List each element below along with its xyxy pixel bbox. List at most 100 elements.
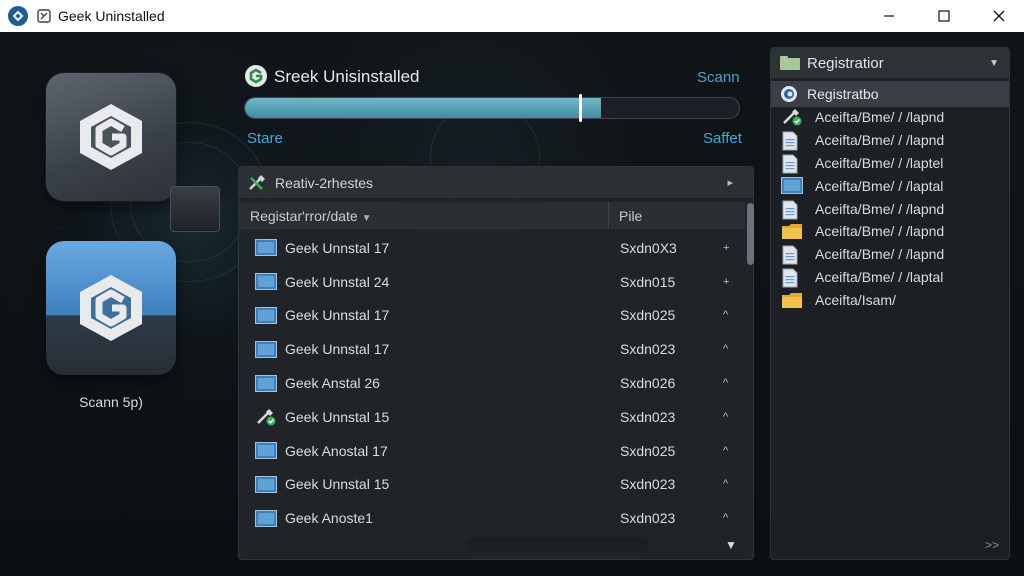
row-file: Sxdn023 [620, 510, 676, 527]
row-toggle[interactable]: ^ [723, 377, 728, 389]
minimize-button[interactable] [866, 0, 912, 32]
row-file: Sxdn023 [620, 341, 676, 358]
table-row[interactable]: Geek Unnstal 17 Sxdn025 ^ [239, 299, 745, 333]
scan-progress-bar [244, 97, 740, 119]
chevron-down-icon[interactable]: ▼ [725, 538, 737, 552]
progress-handle[interactable] [579, 94, 582, 122]
row-file: Sxdn023 [620, 476, 676, 493]
row-name: Geek Anstal 26 [285, 375, 380, 392]
expand-icon[interactable]: >> [985, 538, 999, 552]
registry-selected-label: Registratbo [807, 86, 879, 102]
scrollbar-thumb[interactable] [747, 203, 754, 265]
row-toggle[interactable]: ^ [723, 343, 728, 355]
column-divider[interactable] [608, 202, 609, 229]
column-header-name[interactable]: Registar'rror/date ▼ [250, 208, 608, 224]
broom-icon [36, 8, 52, 24]
monitor-icon [255, 475, 277, 493]
app-tile-grey[interactable] [46, 73, 176, 201]
registry-panel: Registratior ▼ Registratbo Aceifta/Bme/ … [770, 47, 1010, 560]
registry-list: Aceifta/Bme/ / /lapnd Aceifta/Bme/ / /lap… [771, 106, 1009, 311]
registry-item[interactable]: Aceifta/Bme/ / /laptal [771, 266, 1009, 289]
table-row[interactable]: Geek Anstal 26 Sxdn026 ^ [239, 366, 745, 400]
row-name: Geek Unnstal 15 [285, 408, 390, 425]
registry-item-label: Aceifta/Bme/ / /laptel [815, 154, 944, 171]
registry-item-label: Aceifta/Isam/ [815, 291, 896, 308]
registry-item-label: Aceifta/Bme/ / /laptal [815, 268, 944, 285]
registry-item-label: Aceifta/Bme/ / /lapnd [815, 109, 945, 126]
registry-title: Registratior [807, 54, 884, 72]
registry-selected-item[interactable]: Registratbo [771, 81, 1009, 107]
horizontal-scrollbar[interactable] [467, 537, 649, 553]
table-row[interactable]: Geek Unnstal 15 Sxdn023 ^ [239, 468, 745, 502]
app-tile-blue[interactable] [46, 241, 176, 375]
registry-icon [781, 86, 797, 102]
registry-item-label: Aceifta/Bme/ / /lapnd [815, 132, 945, 149]
row-toggle[interactable]: ^ [723, 411, 728, 423]
progress-fill [245, 98, 601, 118]
app-logo-icon [8, 6, 28, 26]
close-button[interactable] [976, 0, 1022, 32]
row-toggle[interactable]: ^ [723, 445, 728, 457]
tools-icon [255, 408, 277, 426]
table-row[interactable]: Geek Unnstal 17 Sxdn023 ^ [239, 332, 745, 366]
row-toggle[interactable]: ^ [723, 512, 728, 524]
row-name: Geek Unnstal 15 [285, 476, 390, 493]
row-toggle[interactable]: ^ [723, 478, 728, 490]
folder-icon [781, 291, 803, 309]
registry-item[interactable]: Aceifta/Bme/ / /lapnd [771, 106, 1009, 129]
registry-item[interactable]: Aceifta/Bme/ / /laptal [771, 174, 1009, 197]
file-icon [781, 154, 803, 174]
safe-label[interactable]: Saffet [703, 130, 742, 147]
registry-item-label: Aceifta/Bme/ / /lapnd [815, 223, 945, 240]
row-name: Geek Unnstal 24 [285, 273, 390, 290]
row-toggle[interactable]: + [723, 242, 729, 254]
registry-item[interactable]: Aceifta/Bme/ / /lapnd [771, 243, 1009, 266]
row-toggle[interactable]: + [723, 276, 729, 288]
table-row[interactable]: Geek Unnstal 24 Sxdn015 + [239, 265, 745, 299]
registry-dropdown[interactable]: Registratior ▼ [771, 48, 1009, 78]
scan-link[interactable]: Scann [697, 69, 740, 86]
registry-item[interactable]: Aceifta/Bme/ / /lapnd [771, 220, 1009, 243]
scan-title: Sreek Unisinstalled [274, 67, 420, 86]
table-row[interactable]: Geek Unnstal 15 Sxdn023 ^ [239, 400, 745, 434]
table-row[interactable]: Geek Anoste1 Sxdn023 ^ [239, 501, 745, 535]
tile-caption: Scann 5p) [79, 394, 143, 410]
chevron-right-icon[interactable]: ▸ [727, 176, 733, 189]
table-row[interactable]: Geek Unnstal 17 Sxdn0X3 + [239, 231, 745, 265]
tools-icon [781, 108, 803, 126]
table-row[interactable]: Geek Anostal 17 Sxdn025 ^ [239, 434, 745, 468]
table-body: Geek Unnstal 17 Sxdn0X3 + Geek Unnstal 24 Sx… [239, 231, 745, 535]
leftovers-panel: Reativ-2rhestes ▸ Registar'rror/date ▼ P… [238, 166, 754, 560]
row-name: Geek Unnstal 17 [285, 341, 390, 358]
row-name: Geek Anoste1 [285, 510, 373, 527]
row-file: Sxdn0X3 [620, 239, 677, 256]
registry-item[interactable]: Aceifta/Isam/ [771, 288, 1009, 311]
row-name: Geek Unnstal 17 [285, 239, 390, 256]
start-label[interactable]: Stare [247, 130, 283, 147]
panel-header[interactable]: Reativ-2rhestes ▸ [239, 167, 753, 199]
window-title: Geek Uninstalled [58, 8, 165, 24]
row-file: Sxdn025 [620, 442, 676, 459]
vertical-scrollbar[interactable] [746, 203, 754, 557]
registry-item[interactable]: Aceifta/Bme/ / /laptel [771, 152, 1009, 175]
drive-icon [170, 186, 220, 232]
maximize-button[interactable] [921, 0, 967, 32]
monitor-icon [255, 306, 277, 324]
column-header-file[interactable]: Pile [619, 208, 642, 224]
chevron-down-icon[interactable]: ▼ [989, 58, 999, 69]
row-toggle[interactable]: ^ [723, 309, 728, 321]
monitor-icon [255, 442, 277, 460]
registry-item-label: Aceifta/Bme/ / /lapnd [815, 200, 945, 217]
registry-item[interactable]: Aceifta/Bme/ / /lapnd [771, 129, 1009, 152]
folder-icon [780, 56, 800, 70]
row-name: Geek Unnstal 17 [285, 307, 390, 324]
geek-logo-icon [244, 64, 268, 88]
registry-item-label: Aceifta/Bme/ / /lapnd [815, 246, 945, 263]
table-header: Registar'rror/date ▼ Pile [239, 202, 745, 229]
tools-icon [249, 174, 265, 190]
file-icon [781, 131, 803, 151]
file-icon [781, 200, 803, 220]
file-icon [781, 245, 803, 265]
registry-item[interactable]: Aceifta/Bme/ / /lapnd [771, 197, 1009, 220]
file-icon [781, 268, 803, 288]
